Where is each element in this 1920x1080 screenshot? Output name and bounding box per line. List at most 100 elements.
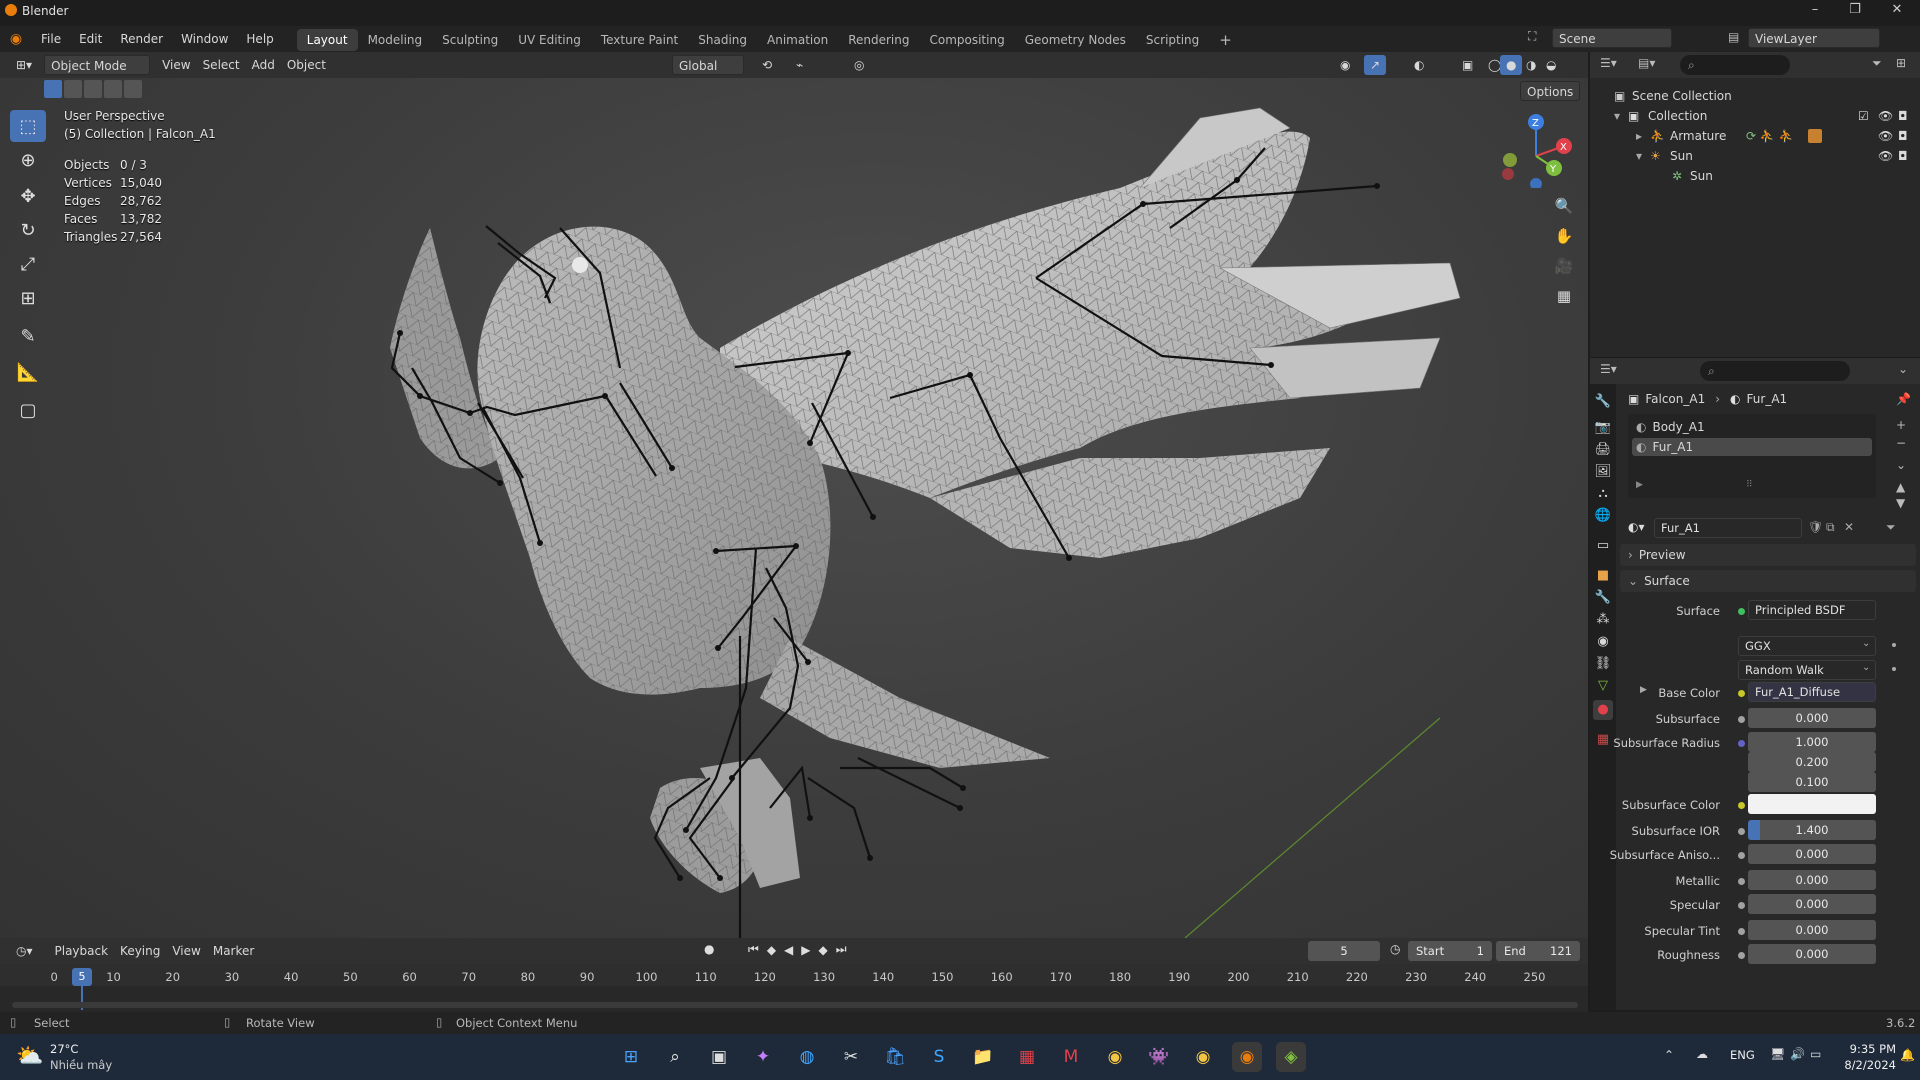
next-keyframe-icon[interactable]: ◆ — [819, 943, 828, 957]
physics-tab-icon[interactable]: ◉ — [1593, 632, 1613, 652]
transform-orientation-selector[interactable]: Global — [672, 55, 744, 75]
falcon-model[interactable] — [0, 78, 1588, 938]
new-collection-icon[interactable]: ⊞ — [1896, 56, 1906, 70]
maximize-button[interactable]: ❐ — [1836, 2, 1874, 22]
render-camera-icon[interactable]: ◘ — [1898, 106, 1908, 126]
view-layer-tab-icon[interactable]: 🖼 — [1593, 462, 1613, 482]
microsoft-store-icon[interactable]: 🛍 — [880, 1042, 910, 1072]
expand-arrow-icon[interactable]: ▾ — [1614, 106, 1620, 126]
network-icon[interactable]: 🖥 — [1770, 1047, 1785, 1061]
menu-file[interactable]: File — [32, 26, 70, 52]
timeline-view-menu[interactable]: View — [166, 941, 206, 961]
surface-panel-header[interactable]: ⌄ Surface — [1620, 570, 1916, 592]
visibility-eye-icon[interactable]: 👁 — [1878, 106, 1893, 126]
tab-shading[interactable]: Shading — [688, 29, 757, 51]
viewport-menu-add[interactable]: Add — [246, 55, 281, 75]
expand-arrow-icon[interactable]: ▸ — [1636, 126, 1642, 146]
play-reverse-icon[interactable]: ◀ — [784, 943, 793, 957]
language-indicator[interactable]: ENG — [1730, 1048, 1755, 1062]
game-app-icon[interactable]: 👾 — [1144, 1042, 1174, 1072]
playhead-frame-indicator[interactable]: 5 — [72, 968, 92, 986]
close-button[interactable]: ✕ — [1878, 2, 1916, 22]
material-tab-icon[interactable]: ● — [1593, 700, 1613, 720]
scene-tab-icon[interactable]: ⛬ — [1593, 484, 1613, 504]
zoom-icon[interactable]: 🔍 — [1550, 192, 1578, 220]
subsurface-radius-z-field[interactable]: 0.100 — [1748, 772, 1876, 792]
metallic-field[interactable]: 0.000 — [1748, 870, 1876, 890]
material-name-field[interactable]: Fur_A1 — [1654, 518, 1802, 538]
move-down-icon[interactable]: ▼ — [1896, 496, 1905, 510]
clock-icon[interactable]: ◷ — [1390, 942, 1400, 956]
viewport-menu-object[interactable]: Object — [281, 55, 332, 75]
scene-icon[interactable]: ⛶ — [1528, 29, 1548, 49]
base-color-texture-field[interactable]: Fur_A1_Diffuse — [1748, 682, 1876, 702]
mode-selector[interactable]: Object Mode — [44, 55, 151, 75]
distribution-selector[interactable]: GGX — [1738, 636, 1876, 656]
pan-hand-icon[interactable]: ✋ — [1550, 222, 1578, 250]
outliner-editor-type-icon[interactable]: ☰▾ — [1600, 56, 1617, 70]
render-camera-icon[interactable]: ◘ — [1898, 126, 1908, 146]
secondary-app-icon[interactable]: ◈ — [1276, 1042, 1306, 1072]
tab-rendering[interactable]: Rendering — [838, 29, 919, 51]
keyframe-dot-icon[interactable] — [1892, 667, 1896, 671]
tab-sculpting[interactable]: Sculpting — [432, 29, 508, 51]
output-tab-icon[interactable]: 🖨 — [1593, 440, 1613, 460]
keyframe-dot-icon[interactable] — [1892, 643, 1896, 647]
end-frame-field[interactable]: End 121 — [1496, 941, 1580, 961]
battery-icon[interactable]: ▭ — [1810, 1047, 1821, 1061]
minimize-button[interactable]: – — [1796, 2, 1834, 22]
visibility-eye-icon[interactable]: 👁 — [1878, 146, 1893, 166]
camera-view-icon[interactable]: 🎥 — [1550, 252, 1578, 280]
render-camera-icon[interactable]: ◘ — [1898, 146, 1908, 166]
specular-tint-field[interactable]: 0.000 — [1748, 920, 1876, 940]
menu-window[interactable]: Window — [172, 26, 237, 52]
preview-panel-header[interactable]: › Preview — [1620, 544, 1916, 566]
outliner-row-sun-data[interactable]: ✲ Sun — [1590, 166, 1920, 186]
tab-scripting[interactable]: Scripting — [1136, 29, 1209, 51]
duplicate-material-icon[interactable]: ⧉ — [1826, 520, 1835, 535]
3d-viewport[interactable]: Options User Perspective (5) Collection … — [0, 78, 1588, 938]
edge-browser-icon[interactable]: ◍ — [792, 1042, 822, 1072]
subsurface-field[interactable]: 0.000 — [1748, 708, 1876, 728]
move-up-icon[interactable]: ▲ — [1896, 480, 1905, 494]
world-tab-icon[interactable]: 🌐 — [1593, 506, 1613, 526]
prev-keyframe-icon[interactable]: ◆ — [767, 943, 776, 957]
mendeley-icon[interactable]: M — [1056, 1042, 1086, 1072]
view-layer-selector[interactable]: ViewLayer — [1748, 28, 1880, 48]
viewport-menu-view[interactable]: View — [156, 55, 196, 75]
tool-tab-icon[interactable]: 🔧 — [1593, 392, 1613, 412]
current-frame-field[interactable]: 5 — [1308, 941, 1380, 961]
menu-edit[interactable]: Edit — [70, 26, 111, 52]
subsurface-ior-field[interactable]: 1.400 — [1748, 820, 1876, 840]
outliner-row-armature[interactable]: ▸ ⛹ Armature ⟳ ⛹ ⛹ 👁 ◘ — [1590, 126, 1920, 146]
playback-menu[interactable]: Playback — [49, 941, 115, 961]
object-data-tab-icon[interactable]: ▽ — [1593, 676, 1613, 696]
tab-compositing[interactable]: Compositing — [919, 29, 1014, 51]
roughness-field[interactable]: 0.000 — [1748, 944, 1876, 964]
skype-icon[interactable]: S — [924, 1042, 954, 1072]
subsurface-anisotropy-field[interactable]: 0.000 — [1748, 844, 1876, 864]
start-frame-field[interactable]: Start 1 — [1408, 941, 1492, 961]
expand-arrow-icon[interactable]: ▾ — [1636, 146, 1642, 166]
tab-geometry-nodes[interactable]: Geometry Nodes — [1015, 29, 1136, 51]
volume-icon[interactable]: 🔊 — [1790, 1047, 1805, 1061]
task-view-icon[interactable]: ▣ — [704, 1042, 734, 1072]
auto-keying-icon[interactable]: ● — [704, 942, 714, 956]
add-slot-icon[interactable]: + — [1896, 418, 1906, 432]
keying-menu[interactable]: Keying — [114, 941, 166, 961]
shading-rendered-icon[interactable]: ◒ — [1540, 55, 1562, 75]
surface-shader-selector[interactable]: Principled BSDF — [1748, 600, 1876, 620]
material-slot-body[interactable]: ◐ Body_A1 — [1632, 418, 1872, 436]
fake-user-icon[interactable]: 🛡 — [1808, 520, 1823, 534]
tab-modeling[interactable]: Modeling — [358, 29, 433, 51]
properties-editor-type-icon[interactable]: ☰▾ — [1600, 362, 1617, 376]
outliner-row-scene-collection[interactable]: ▣ Scene Collection — [1590, 86, 1920, 106]
subsurface-color-swatch[interactable] — [1748, 794, 1876, 814]
pivot-point-icon[interactable]: ⟲ — [756, 55, 778, 75]
marker-menu[interactable]: Marker — [207, 941, 260, 961]
material-filter-icon[interactable]: ⏷ — [1886, 520, 1896, 535]
weather-icon[interactable]: ⛅ — [16, 1044, 43, 1069]
play-icon[interactable]: ▶ — [801, 943, 810, 957]
outliner-search-input[interactable]: ⌕ — [1680, 55, 1790, 75]
office-app-icon[interactable]: ▦ — [1012, 1042, 1042, 1072]
